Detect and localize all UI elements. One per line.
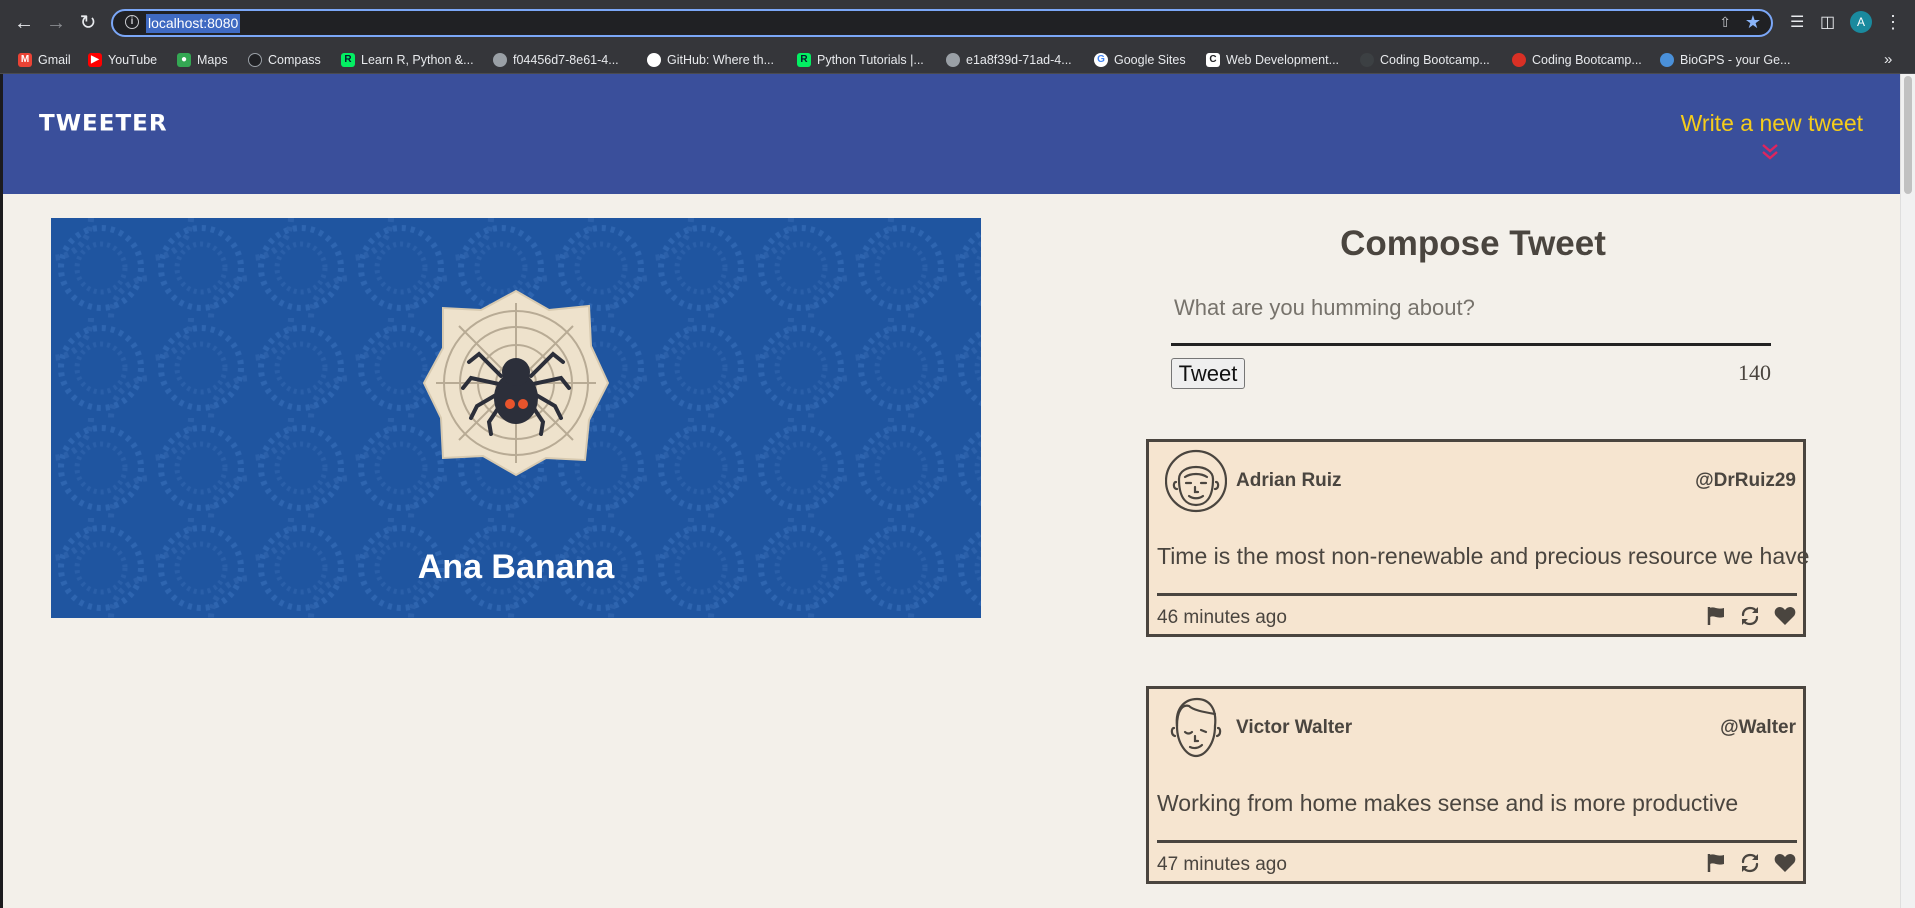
- bookmark-link-1[interactable]: f04456d7-8e61-4...: [493, 51, 619, 69]
- google-icon: G: [1094, 53, 1108, 67]
- tweet-text-input[interactable]: [1171, 290, 1771, 346]
- page-scrollbar[interactable]: [1900, 74, 1915, 908]
- bookmark-label: Gmail: [38, 53, 71, 67]
- bookmark-coding-bootcamp-1[interactable]: Coding Bootcamp...: [1360, 51, 1490, 69]
- bookmark-label: GitHub: Where th...: [667, 53, 774, 67]
- biogps-icon: [1660, 53, 1674, 67]
- tweet-actions: [1706, 853, 1796, 873]
- bookmark-label: Maps: [197, 53, 228, 67]
- bookmark-label: Coding Bootcamp...: [1532, 53, 1642, 67]
- chrome-menu-icon[interactable]: ⋮: [1884, 11, 1902, 33]
- tweet-content: Working from home makes sense and is mor…: [1157, 790, 1739, 816]
- retweet-icon[interactable]: [1740, 606, 1760, 626]
- address-bar-url[interactable]: localhost:8080: [146, 14, 241, 33]
- globe-icon: [493, 53, 507, 67]
- youtube-icon: ▶: [88, 53, 102, 67]
- bootcamp-icon: [1360, 53, 1374, 67]
- profile-card: Ana Banana: [51, 218, 981, 618]
- reading-list-icon[interactable]: ☰: [1790, 12, 1804, 32]
- side-panel-icon[interactable]: ◫: [1820, 12, 1835, 32]
- tweet-submit-button[interactable]: Tweet: [1171, 358, 1245, 389]
- tweet-timestamp: 47 minutes ago: [1157, 854, 1287, 875]
- heart-icon[interactable]: [1774, 853, 1796, 873]
- app-logo[interactable]: TWEETER: [39, 112, 168, 137]
- bookmark-web-development[interactable]: C Web Development...: [1206, 51, 1339, 69]
- scrollbar-thumb[interactable]: [1904, 76, 1912, 194]
- top-nav: TWEETER Write a new tweet: [3, 74, 1900, 194]
- bookmark-github[interactable]: GitHub: Where th...: [647, 51, 774, 69]
- address-bar[interactable]: i localhost:8080 ⇧ ★: [111, 9, 1773, 37]
- datacamp-icon: R: [797, 53, 811, 67]
- bookmark-biogps[interactable]: BioGPS - your Ge...: [1660, 51, 1790, 69]
- tweet-author-name: Adrian Ruiz: [1236, 470, 1342, 491]
- bookmark-gmail[interactable]: M Gmail: [18, 51, 71, 69]
- bookmark-label: Google Sites: [1114, 53, 1186, 67]
- bookmark-label: BioGPS - your Ge...: [1680, 53, 1791, 67]
- github-icon: [647, 53, 661, 67]
- heart-icon[interactable]: [1774, 606, 1796, 626]
- bookmark-label: Coding Bootcamp...: [1380, 53, 1490, 67]
- spider-web-icon: [422, 289, 610, 477]
- bookmark-youtube[interactable]: ▶ YouTube: [88, 51, 157, 69]
- user-avatar-icon: [1170, 697, 1222, 758]
- site-info-icon[interactable]: i: [125, 15, 139, 29]
- datacamp-icon: R: [341, 53, 355, 67]
- bookmark-coding-bootcamp-2[interactable]: Coding Bootcamp...: [1512, 51, 1642, 69]
- bootcamp-red-icon: [1512, 53, 1526, 67]
- bookmark-label: e1a8f39d-71ad-4...: [966, 53, 1072, 67]
- tweet-author-handle: @DrRuiz29: [1695, 470, 1796, 491]
- cf-icon: C: [1206, 53, 1220, 67]
- tweet-card: Adrian Ruiz @DrRuiz29 Time is the most n…: [1146, 439, 1810, 637]
- compose-title: Compose Tweet: [1340, 224, 1606, 263]
- bookmark-compass[interactable]: Compass: [248, 51, 321, 69]
- bookmark-google-sites[interactable]: G Google Sites: [1094, 51, 1186, 69]
- bookmark-maps[interactable]: ● Maps: [177, 51, 228, 69]
- bookmark-python-tutorials[interactable]: R Python Tutorials |...: [797, 51, 924, 69]
- tweet-divider: [1157, 593, 1797, 596]
- bookmark-datacamp[interactable]: R Learn R, Python &...: [341, 51, 474, 69]
- user-avatar-icon: [1165, 449, 1227, 513]
- profile-name: Ana Banana: [417, 548, 615, 586]
- flag-icon[interactable]: [1706, 853, 1726, 873]
- bookmark-link-2[interactable]: e1a8f39d-71ad-4...: [946, 51, 1072, 69]
- maps-icon: ●: [177, 53, 191, 67]
- more-bookmarks-icon[interactable]: »: [1884, 51, 1892, 68]
- tweet-content: Time is the most non-renewable and preci…: [1157, 543, 1810, 569]
- write-new-tweet-link[interactable]: Write a new tweet: [1681, 110, 1863, 137]
- tweet-card: Victor Walter @Walter Working from home …: [1146, 686, 1806, 884]
- bookmark-star-icon[interactable]: ★: [1745, 12, 1761, 33]
- bookmark-label: f04456d7-8e61-4...: [513, 53, 619, 67]
- globe-icon: [946, 53, 960, 67]
- bookmark-label: Python Tutorials |...: [817, 53, 924, 67]
- bookmark-label: Web Development...: [1226, 53, 1340, 67]
- profile-avatar[interactable]: A: [1850, 11, 1872, 33]
- reload-icon[interactable]: ↻: [76, 11, 100, 35]
- tweet-author-handle: @Walter: [1720, 717, 1796, 738]
- browser-toolbar: ← → ↻ i localhost:8080 ⇧ ★ ☰ ◫ A ⋮: [0, 0, 1915, 46]
- bookmark-label: Compass: [268, 53, 321, 67]
- double-chevron-down-icon[interactable]: [1758, 140, 1782, 164]
- retweet-icon[interactable]: [1740, 853, 1760, 873]
- bookmark-label: Learn R, Python &...: [361, 53, 474, 67]
- character-counter: 140: [1738, 360, 1771, 385]
- compass-icon: [248, 53, 262, 67]
- tweet-actions: [1706, 606, 1796, 626]
- back-arrow-icon[interactable]: ←: [12, 11, 36, 35]
- forward-arrow-icon[interactable]: →: [44, 11, 68, 35]
- gmail-icon: M: [18, 53, 32, 67]
- tweet-timestamp: 46 minutes ago: [1157, 607, 1287, 628]
- page: TWEETER Write a new tweet Ana Banana Com…: [3, 74, 1900, 908]
- share-icon[interactable]: ⇧: [1719, 14, 1731, 31]
- bookmarks-bar: M Gmail ▶ YouTube ● Maps Compass R Learn…: [0, 46, 1915, 74]
- flag-icon[interactable]: [1706, 606, 1726, 626]
- tweet-author-name: Victor Walter: [1236, 717, 1353, 738]
- tweet-divider: [1157, 840, 1797, 843]
- bookmark-label: YouTube: [108, 53, 158, 67]
